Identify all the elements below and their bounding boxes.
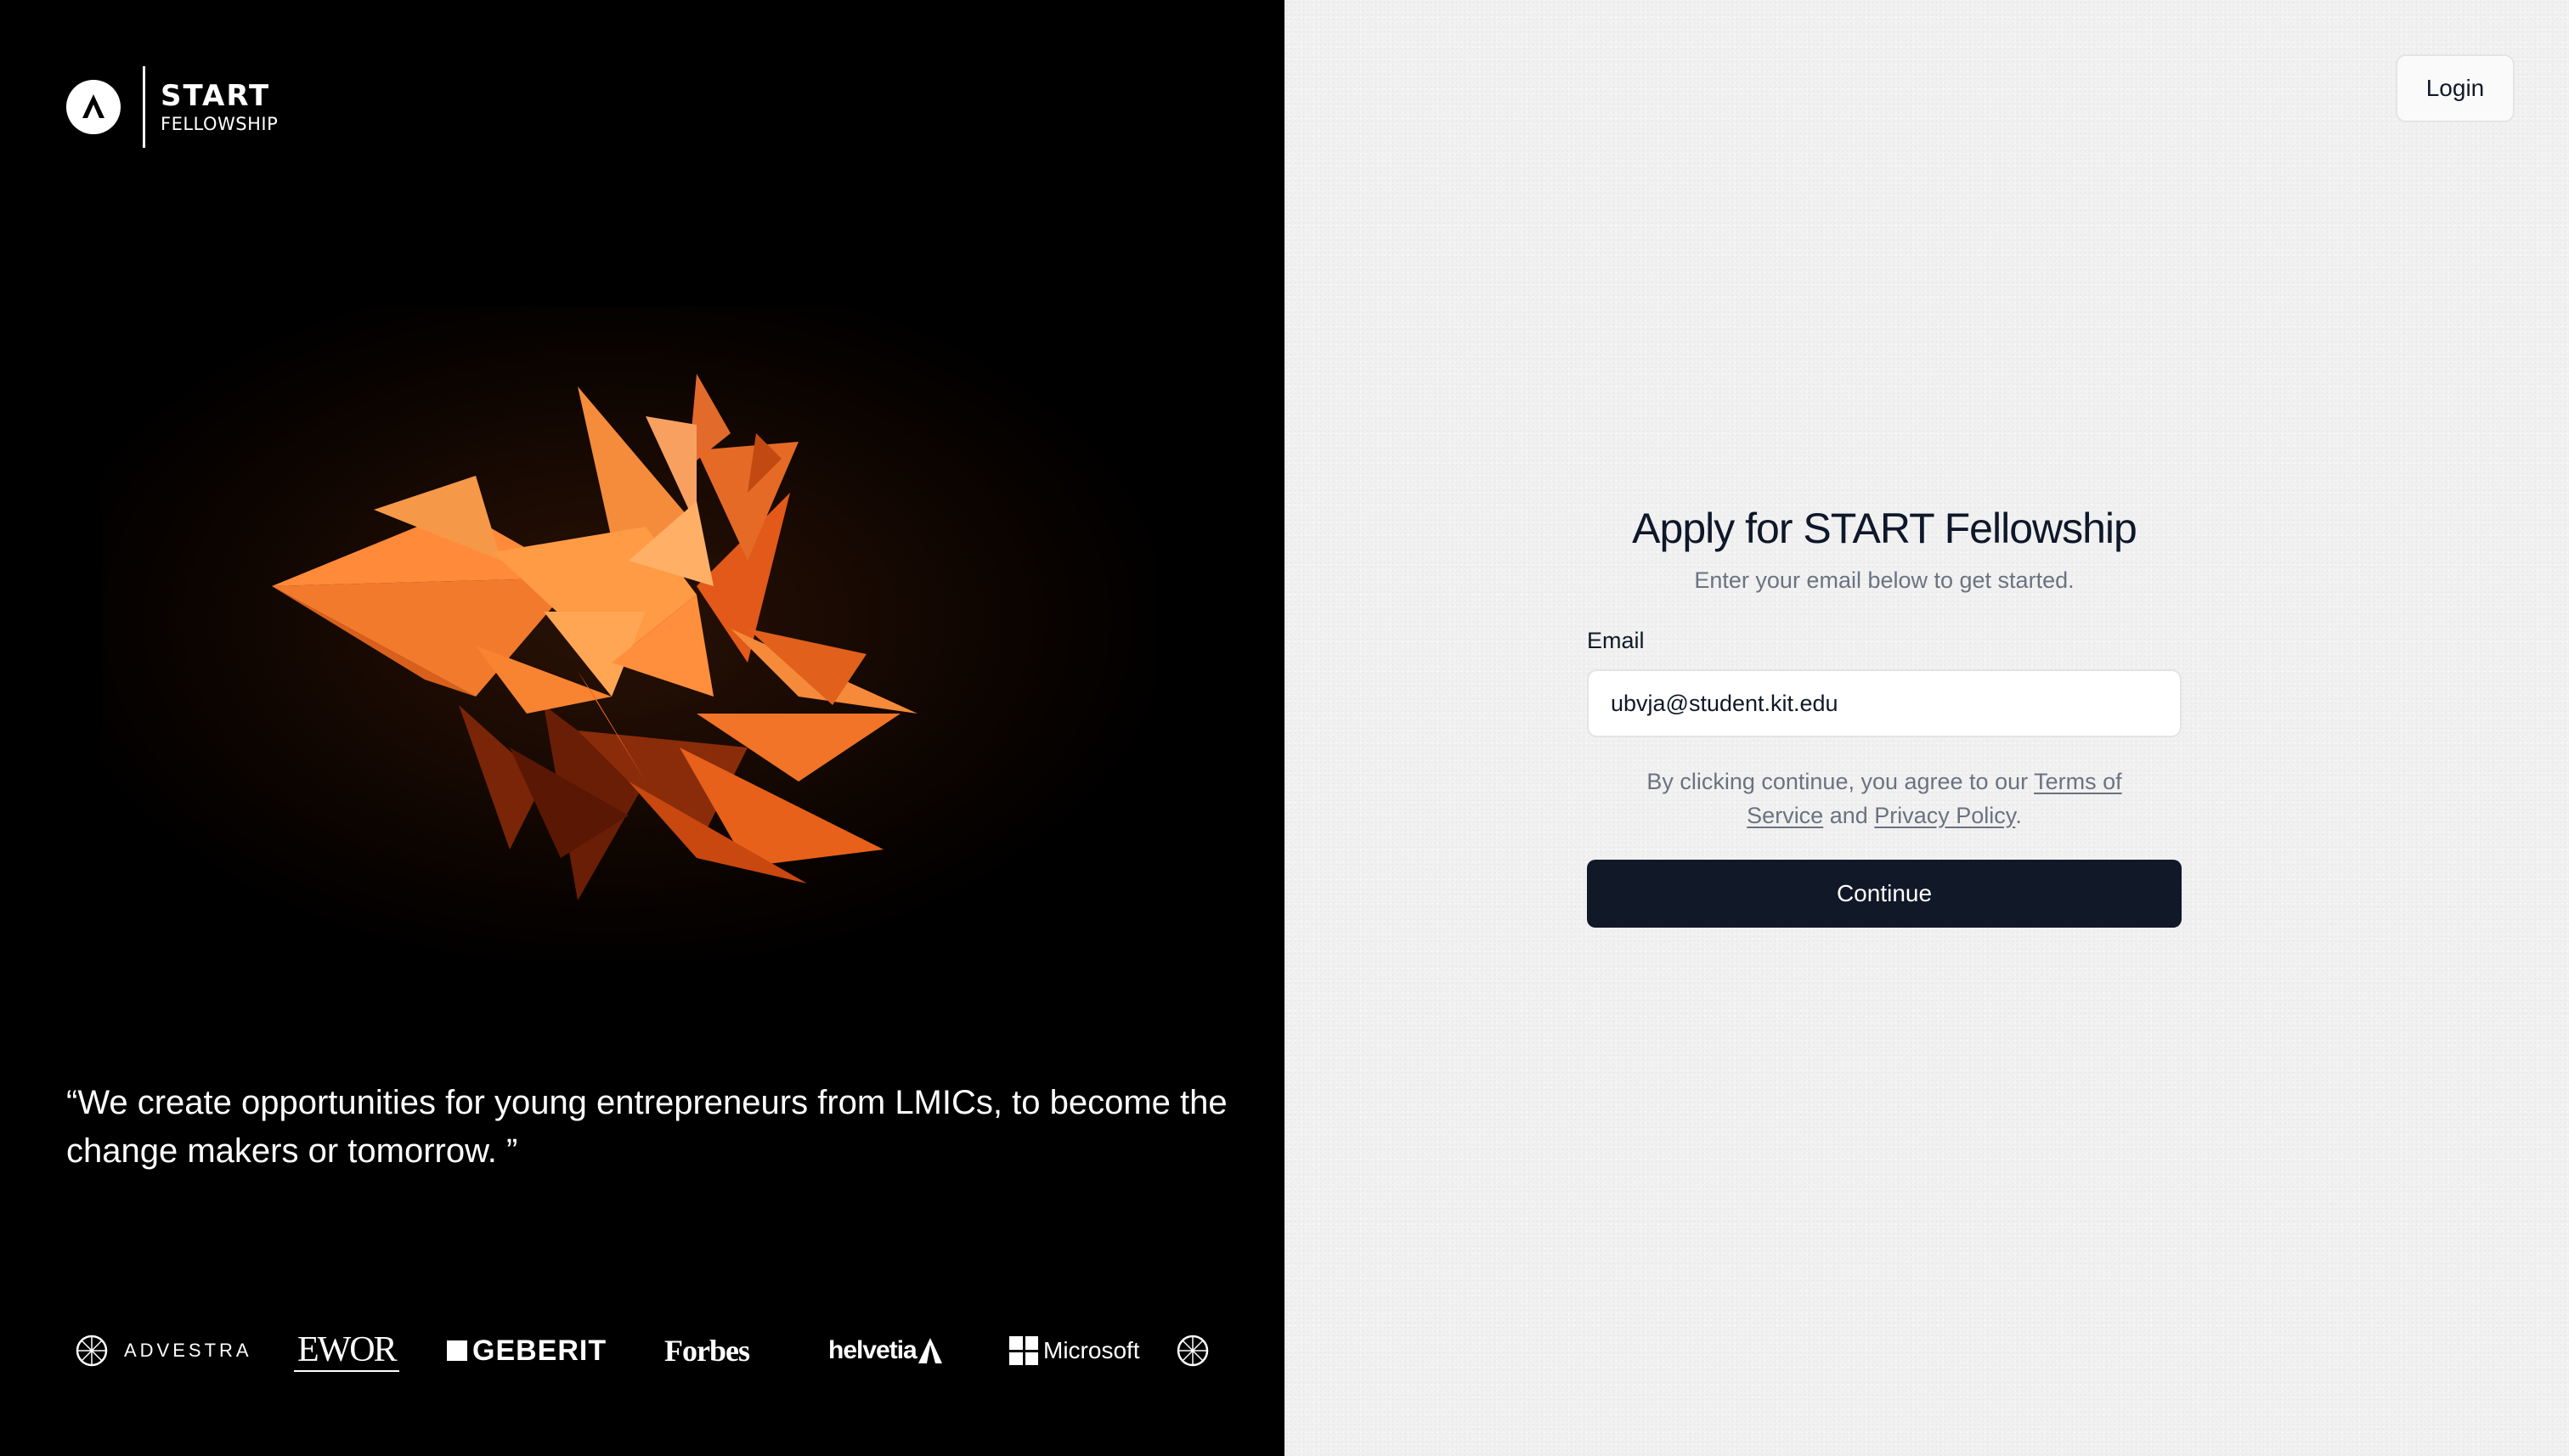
partner-logo-emblem — [1176, 1317, 1210, 1385]
email-label: Email — [1587, 628, 1645, 653]
form-title: Apply for START Fellowship — [1632, 505, 2137, 552]
brand-title: START — [161, 78, 271, 113]
brand-wordmark: START FELLOWSHIP — [161, 82, 278, 133]
hero-artwork — [102, 306, 1155, 960]
continue-button[interactable]: Continue — [1587, 860, 2182, 928]
partner-logo-forbes: Forbes — [664, 1334, 750, 1368]
application-panel: Login Apply for START Fellowship Enter y… — [1284, 0, 2569, 1456]
partner-logos: ADVESTRA EWOR GEBERIT Forbes helvetia Mi… — [75, 1317, 1230, 1385]
terms-and: and — [1823, 803, 1875, 828]
helvetia-mountain-icon — [918, 1338, 942, 1363]
brand-panel: START FELLOWSHIP “We create opportunitie… — [0, 0, 1284, 1456]
microsoft-grid-icon — [1009, 1336, 1038, 1365]
orange-crystal-illustration — [272, 374, 918, 900]
brand-logo: START FELLOWSHIP — [66, 66, 278, 148]
advestra-emblem-icon — [76, 1335, 108, 1367]
brand-subtitle: FELLOWSHIP — [161, 113, 279, 134]
partner-logo-helvetia: helvetia — [828, 1317, 944, 1385]
email-field[interactable] — [1587, 669, 2182, 737]
start-fellowship-logo-icon — [66, 80, 121, 134]
application-form: Apply for START Fellowship Enter your em… — [1587, 501, 2182, 928]
login-button[interactable]: Login — [2396, 54, 2515, 122]
brand-divider — [143, 66, 145, 148]
hero-quote: “We create opportunities for young entre… — [66, 1084, 1228, 1170]
privacy-policy-link[interactable]: Privacy Policy — [1874, 803, 2015, 828]
form-subtitle: Enter your email below to get started. — [1694, 567, 2075, 593]
terms-prefix: By clicking continue, you agree to our — [1646, 769, 2035, 794]
geberit-square-icon — [447, 1340, 467, 1361]
partner-logo-ewor: EWOR — [294, 1317, 399, 1385]
partner-logo-geberit: GEBERIT — [447, 1317, 607, 1385]
partner-logo-advestra: ADVESTRA — [75, 1317, 252, 1385]
terms-suffix: . — [2015, 803, 2022, 828]
emblem-icon — [1177, 1335, 1209, 1367]
partner-logo-microsoft: Microsoft — [1009, 1317, 1140, 1385]
terms-notice: By clicking continue, you agree to our T… — [1587, 765, 2182, 832]
